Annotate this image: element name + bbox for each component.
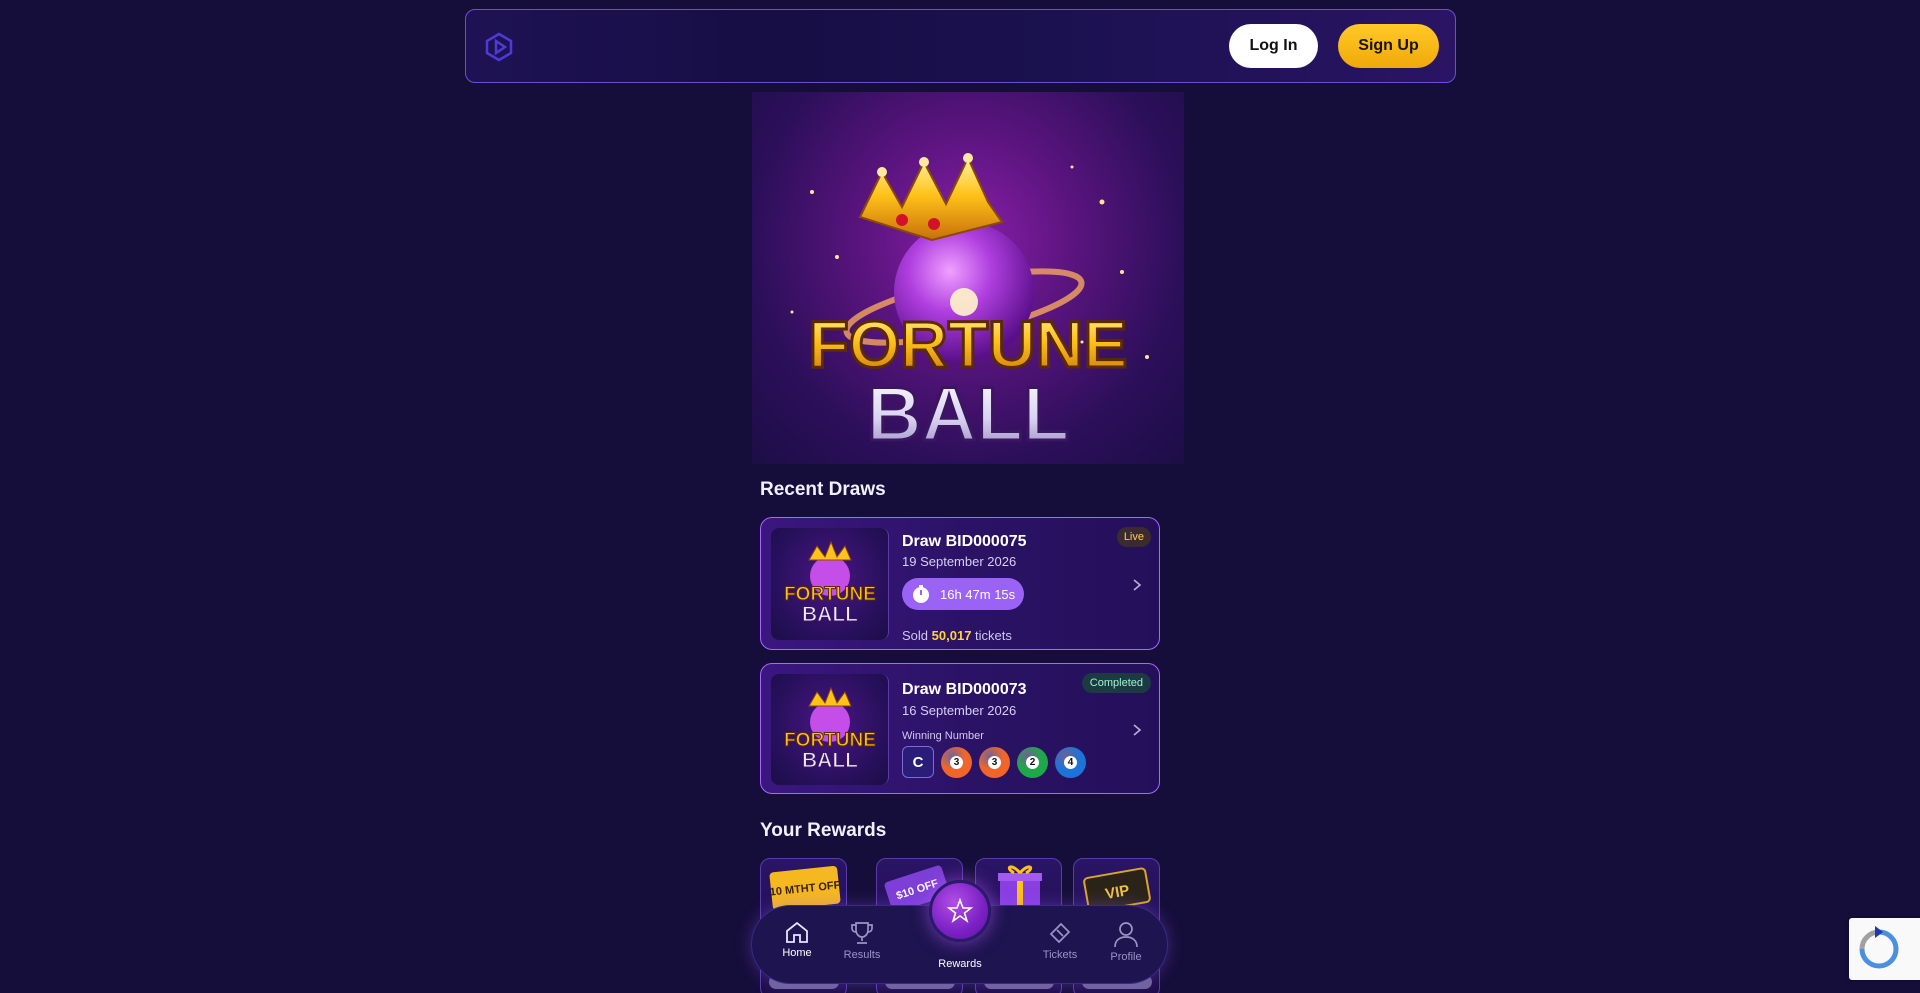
nav-rewards-label: Rewards bbox=[938, 958, 982, 970]
winning-number-row: C 3 3 2 4 bbox=[902, 746, 1086, 778]
crown bbox=[858, 153, 1004, 242]
draw-title: Draw BID000075 bbox=[902, 533, 1027, 550]
winning-number-label: Winning Number bbox=[902, 730, 984, 742]
top-navbar: Log In Sign Up bbox=[465, 9, 1456, 83]
status-badge-completed: Completed bbox=[1081, 673, 1151, 693]
login-button[interactable]: Log In bbox=[1229, 24, 1318, 68]
draw-card-completed[interactable]: FORTUNE BALL Draw BID000073 16 September… bbox=[760, 663, 1160, 794]
nav-item-profile[interactable]: Profile bbox=[1096, 920, 1156, 970]
svg-text:BALL: BALL bbox=[802, 603, 858, 626]
svg-text:FORTUNE: FORTUNE bbox=[784, 730, 876, 751]
home-icon bbox=[786, 921, 808, 943]
nav-item-rewards[interactable] bbox=[929, 880, 991, 942]
lottery-ball: 3 bbox=[941, 746, 972, 778]
lottery-ball: 4 bbox=[1055, 746, 1086, 778]
ticket-icon bbox=[1049, 922, 1071, 944]
user-icon bbox=[1114, 922, 1138, 948]
countdown-text: 16h 47m 15s bbox=[940, 586, 1016, 602]
countdown-timer: 16h 47m 15s bbox=[902, 578, 1024, 610]
chevron-right-icon bbox=[1133, 724, 1142, 736]
status-badge-live: Live bbox=[1116, 527, 1151, 547]
brand-logo-icon[interactable] bbox=[484, 32, 514, 62]
lottery-ball: 3 bbox=[979, 746, 1010, 778]
recaptcha-badge[interactable] bbox=[1849, 918, 1920, 980]
draw-date: 19 September 2026 bbox=[902, 554, 1017, 569]
svg-text:BALL: BALL bbox=[802, 749, 858, 772]
draw-date: 16 September 2026 bbox=[902, 703, 1017, 718]
nav-item-home[interactable]: Home bbox=[767, 920, 827, 970]
signup-button[interactable]: Sign Up bbox=[1338, 24, 1439, 68]
nav-item-tickets[interactable]: Tickets bbox=[1030, 920, 1090, 970]
nav-item-results[interactable]: Results bbox=[832, 920, 892, 970]
draw-thumbnail: FORTUNE BALL bbox=[771, 674, 889, 785]
hero-logo-line2: BALL bbox=[867, 372, 1070, 457]
winning-letter: C bbox=[902, 746, 934, 778]
draw-card-live[interactable]: FORTUNE BALL Draw BID000075 19 September… bbox=[760, 517, 1160, 650]
draw-thumbnail: FORTUNE BALL bbox=[771, 528, 889, 640]
star-icon bbox=[947, 898, 973, 924]
draw-title: Draw BID000073 bbox=[902, 681, 1027, 698]
fortune-ball-hero-banner: FORTUNE BALL bbox=[752, 92, 1184, 464]
recaptcha-icon bbox=[1859, 926, 1899, 969]
hero-logo-line1: FORTUNE bbox=[809, 307, 1128, 381]
lottery-ball: 2 bbox=[1017, 746, 1048, 778]
tickets-sold: Sold 50,017 tickets bbox=[902, 628, 1012, 643]
svg-text:FORTUNE: FORTUNE bbox=[784, 584, 876, 605]
your-rewards-heading: Your Rewards bbox=[760, 820, 887, 841]
chevron-right-icon bbox=[1133, 579, 1142, 591]
recent-draws-heading: Recent Draws bbox=[760, 479, 886, 500]
trophy-icon bbox=[851, 922, 873, 944]
stopwatch-icon bbox=[913, 585, 929, 603]
